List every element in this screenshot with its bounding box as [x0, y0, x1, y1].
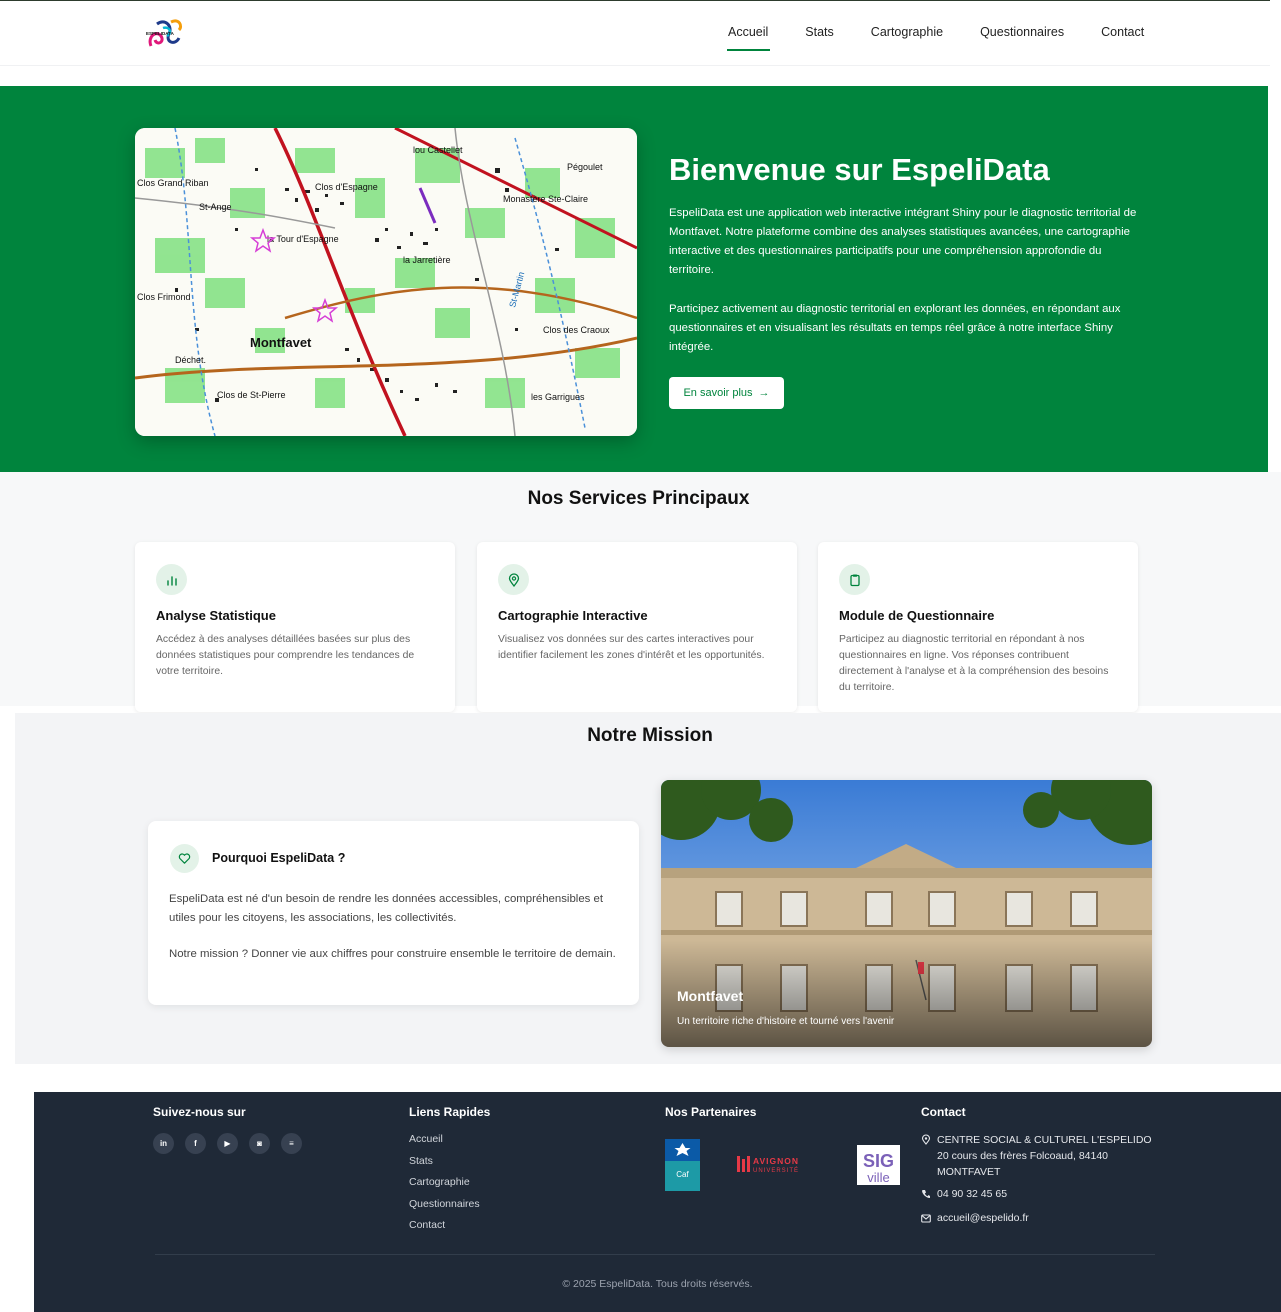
service-description: Participez au diagnostic territorial en …	[839, 634, 1109, 693]
photo-title: Montfavet	[677, 988, 744, 1004]
mail-icon	[921, 1212, 931, 1228]
mission-section: Notre Mission Pourquoi EspeliData ? Espe…	[15, 713, 1281, 1064]
photo-caption: Un territoire riche d'histoire et tourné…	[677, 1016, 895, 1027]
copyright: © 2025 EspeliData. Tous droits réservés.	[562, 1278, 753, 1290]
social-links: in f ▶ ◙ ≡	[153, 1133, 302, 1154]
facebook-icon[interactable]: f	[185, 1133, 206, 1154]
partners-heading: Nos Partenaires	[665, 1105, 757, 1119]
map-label: Clos Frimond	[137, 292, 191, 302]
territory-map-image: lou Castellet Pégoulet Clos Grand Riban …	[135, 128, 637, 436]
sig-text: SIG	[863, 1151, 894, 1171]
main-nav: Accueil Stats Cartographie Questionnaire…	[726, 25, 1144, 51]
bar-chart-icon	[156, 564, 187, 595]
hero-paragraph: Participez activement au diagnostic terr…	[669, 303, 1121, 353]
learn-more-button[interactable]: En savoir plus →	[669, 377, 784, 409]
footer-link-accueil[interactable]: Accueil	[409, 1132, 480, 1154]
footer-link-stats[interactable]: Stats	[409, 1154, 480, 1176]
service-description: Visualisez vos données sur des cartes in…	[498, 634, 765, 661]
nav-stats[interactable]: Stats	[805, 25, 834, 39]
caf-text: Caf	[676, 1170, 689, 1179]
contact-heading: Contact	[921, 1105, 966, 1119]
clipboard-icon	[839, 564, 870, 595]
arrow-right-icon: →	[758, 387, 770, 399]
caf-logo[interactable]: Caf	[665, 1139, 700, 1191]
contact-email[interactable]: accueil@espelido.fr	[937, 1210, 1029, 1228]
map-label: les Garrigues	[531, 392, 585, 402]
map-label: la Tour d'Espagne	[267, 234, 339, 244]
learn-more-label: En savoir plus	[683, 387, 753, 399]
heart-icon	[170, 844, 199, 873]
footer-link-cartographie[interactable]: Cartographie	[409, 1175, 480, 1197]
nav-accueil[interactable]: Accueil	[726, 25, 771, 51]
location-pin-icon	[921, 1134, 931, 1180]
footer-divider	[155, 1254, 1155, 1255]
espelidata-logo[interactable]: ESPELIDATA	[143, 16, 199, 56]
service-card-statistics[interactable]: Analyse Statistique Accédez à des analys…	[135, 542, 455, 712]
links-heading: Liens Rapides	[409, 1105, 491, 1119]
map-label: Clos d'Espagne	[315, 182, 378, 192]
linkedin-icon[interactable]: in	[153, 1133, 174, 1154]
mission-card-title: Pourquoi EspeliData ?	[212, 851, 346, 865]
nav-contact[interactable]: Contact	[1101, 25, 1144, 39]
partner-logos: Caf AVIGNON UNIVERSITÉ SIG ville	[665, 1139, 905, 1191]
map-label: Clos des Craoux	[543, 325, 610, 335]
services-section: Nos Services Principaux Analyse Statisti…	[0, 472, 1281, 712]
mission-paragraph: Notre mission ? Donner vie aux chiffres …	[169, 948, 616, 960]
service-description: Accédez à des analyses détaillées basées…	[156, 634, 415, 677]
social-heading: Suivez-nous sur	[153, 1105, 246, 1119]
service-title: Module de Questionnaire	[839, 608, 995, 623]
nav-cartographie[interactable]: Cartographie	[871, 25, 943, 39]
instagram-icon[interactable]: ◙	[249, 1133, 270, 1154]
map-label: Clos Grand Riban	[137, 178, 209, 188]
universite-text: UNIVERSITÉ	[753, 1167, 799, 1174]
spotify-icon[interactable]: ≡	[281, 1133, 302, 1154]
avignon-universite-logo[interactable]: AVIGNON UNIVERSITÉ	[737, 1156, 799, 1174]
mission-card: Pourquoi EspeliData ? EspeliData est né …	[148, 821, 639, 1005]
hero-section: lou Castellet Pégoulet Clos Grand Riban …	[0, 86, 1268, 472]
mission-title: Notre Mission	[587, 725, 713, 746]
footer-link-questionnaires[interactable]: Questionnaires	[409, 1197, 480, 1219]
hero-paragraph: EspeliData est une application web inter…	[669, 207, 1137, 276]
footer-link-contact[interactable]: Contact	[409, 1218, 480, 1240]
footer: Suivez-nous sur in f ▶ ◙ ≡ Liens Rapides…	[34, 1092, 1281, 1312]
map-label: Montfavet	[250, 335, 312, 350]
service-card-mapping[interactable]: Cartographie Interactive Visualisez vos …	[477, 542, 797, 712]
map-label: la Jarretière	[403, 255, 451, 265]
nav-questionnaires[interactable]: Questionnaires	[980, 25, 1064, 39]
navbar: ESPELIDATA Accueil Stats Cartographie Qu…	[0, 0, 1270, 66]
service-card-questionnaire[interactable]: Module de Questionnaire Participez au di…	[818, 542, 1138, 712]
service-title: Analyse Statistique	[156, 608, 276, 623]
mission-paragraph: EspeliData est né d'un besoin de rendre …	[169, 893, 604, 924]
contact-info: CENTRE SOCIAL & CULTUREL L'ESPELIDO 20 c…	[921, 1132, 1166, 1234]
hero-title: Bienvenue sur EspeliData	[669, 152, 1050, 187]
phone-icon	[921, 1188, 931, 1204]
map-label: Pégoulet	[567, 162, 603, 172]
map-pin-icon	[498, 564, 529, 595]
quick-links: Accueil Stats Cartographie Questionnaire…	[409, 1132, 480, 1240]
contact-phone[interactable]: 04 90 32 45 65	[937, 1186, 1007, 1204]
service-title: Cartographie Interactive	[498, 608, 648, 623]
contact-address: CENTRE SOCIAL & CULTUREL L'ESPELIDO 20 c…	[937, 1134, 1152, 1178]
map-label: Clos de St-Pierre	[217, 390, 286, 400]
map-label: Déchet.	[175, 355, 206, 365]
map-label: lou Castellet	[413, 145, 463, 155]
logo-text: ESPELIDATA	[146, 31, 175, 36]
youtube-icon[interactable]: ▶	[217, 1133, 238, 1154]
ville-text: ville	[867, 1170, 889, 1185]
map-label: St-Ange	[199, 202, 232, 212]
avignon-text: AVIGNON	[753, 1156, 799, 1166]
services-title: Nos Services Principaux	[527, 488, 750, 509]
sig-ville-logo[interactable]: SIG ville	[857, 1145, 900, 1185]
montfavet-photo: Montfavet Un territoire riche d'histoire…	[661, 780, 1152, 1047]
map-label: Monastère Ste-Claire	[503, 194, 588, 204]
